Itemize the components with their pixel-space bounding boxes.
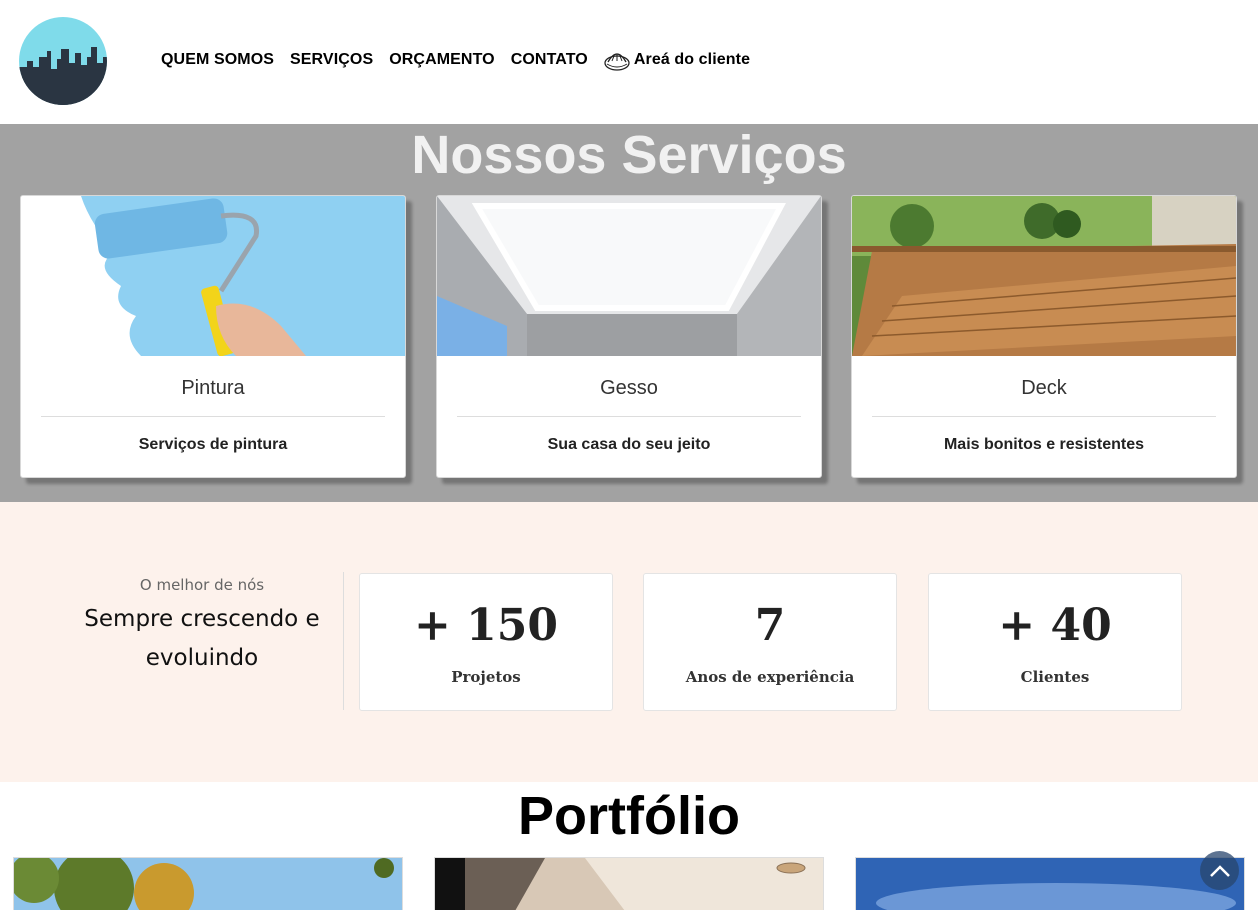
- service-title: Deck: [1021, 377, 1067, 399]
- services-section: Nossos Serviços Pintura Serviços de pint…: [0, 124, 1258, 502]
- services-title: Nossos Serviços: [411, 125, 847, 185]
- scroll-to-top-button[interactable]: [1200, 851, 1239, 890]
- wooden-deck-photo: [852, 196, 1236, 356]
- site-header: QUEM SOMOS SERVIÇOS ORÇAMENTO CONTATO Ar…: [0, 0, 1258, 124]
- nav-quem-somos[interactable]: QUEM SOMOS: [161, 51, 274, 69]
- divider: [457, 416, 801, 417]
- stat-anos: 7 Anos de experiência: [643, 573, 897, 711]
- paint-roller-photo: [21, 196, 405, 356]
- nav-servicos[interactable]: SERVIÇOS: [290, 51, 373, 69]
- service-card-gesso[interactable]: Gesso Sua casa do seu jeito: [436, 195, 822, 478]
- service-desc: Serviços de pintura: [138, 436, 288, 453]
- client-area-label: Areá do cliente: [633, 51, 751, 68]
- main-nav: QUEM SOMOS SERVIÇOS ORÇAMENTO CONTATO Ar…: [161, 49, 750, 71]
- nav-orcamento[interactable]: ORÇAMENTO: [389, 51, 495, 69]
- nav-client-area[interactable]: Areá do cliente: [604, 48, 750, 72]
- service-desc: Mais bonitos e resistentes: [943, 436, 1145, 453]
- portfolio-item-interior[interactable]: [434, 857, 824, 910]
- stat-clientes: + 40 Clientes: [928, 573, 1182, 711]
- stat-value: + 40: [998, 600, 1112, 651]
- portfolio-item-trees[interactable]: [13, 857, 403, 910]
- nav-contato[interactable]: CONTATO: [511, 51, 588, 69]
- stats-headline: Sempre crescendo e evoluindo: [84, 606, 320, 671]
- service-title: Pintura: [181, 377, 245, 399]
- portfolio-item-sky[interactable]: [855, 857, 1245, 910]
- divider: [41, 416, 385, 417]
- stats-divider: [343, 572, 344, 710]
- stat-value: 7: [754, 600, 786, 651]
- stat-label: Anos de experiência: [685, 668, 855, 686]
- service-card-deck[interactable]: Deck Mais bonitos e resistentes: [851, 195, 1237, 478]
- stats-section: O melhor de nós Sempre crescendo e evolu…: [0, 502, 1258, 782]
- service-title: Gesso: [600, 377, 658, 399]
- stat-label: Projetos: [451, 668, 521, 686]
- logo-icon[interactable]: [19, 17, 107, 105]
- stat-projetos: + 150 Projetos: [359, 573, 613, 711]
- stat-value: + 150: [413, 600, 559, 651]
- stat-label: Clientes: [1020, 668, 1090, 686]
- dome-lock-icon: [604, 53, 630, 71]
- service-desc: Sua casa do seu jeito: [547, 436, 711, 453]
- chevron-up-icon: [1209, 864, 1230, 877]
- plaster-ceiling-photo: [437, 196, 821, 356]
- portfolio-title: Portfólio: [518, 786, 740, 846]
- divider: [872, 416, 1216, 417]
- stats-eyebrow: O melhor de nós: [139, 576, 265, 594]
- service-card-pintura[interactable]: Pintura Serviços de pintura: [20, 195, 406, 478]
